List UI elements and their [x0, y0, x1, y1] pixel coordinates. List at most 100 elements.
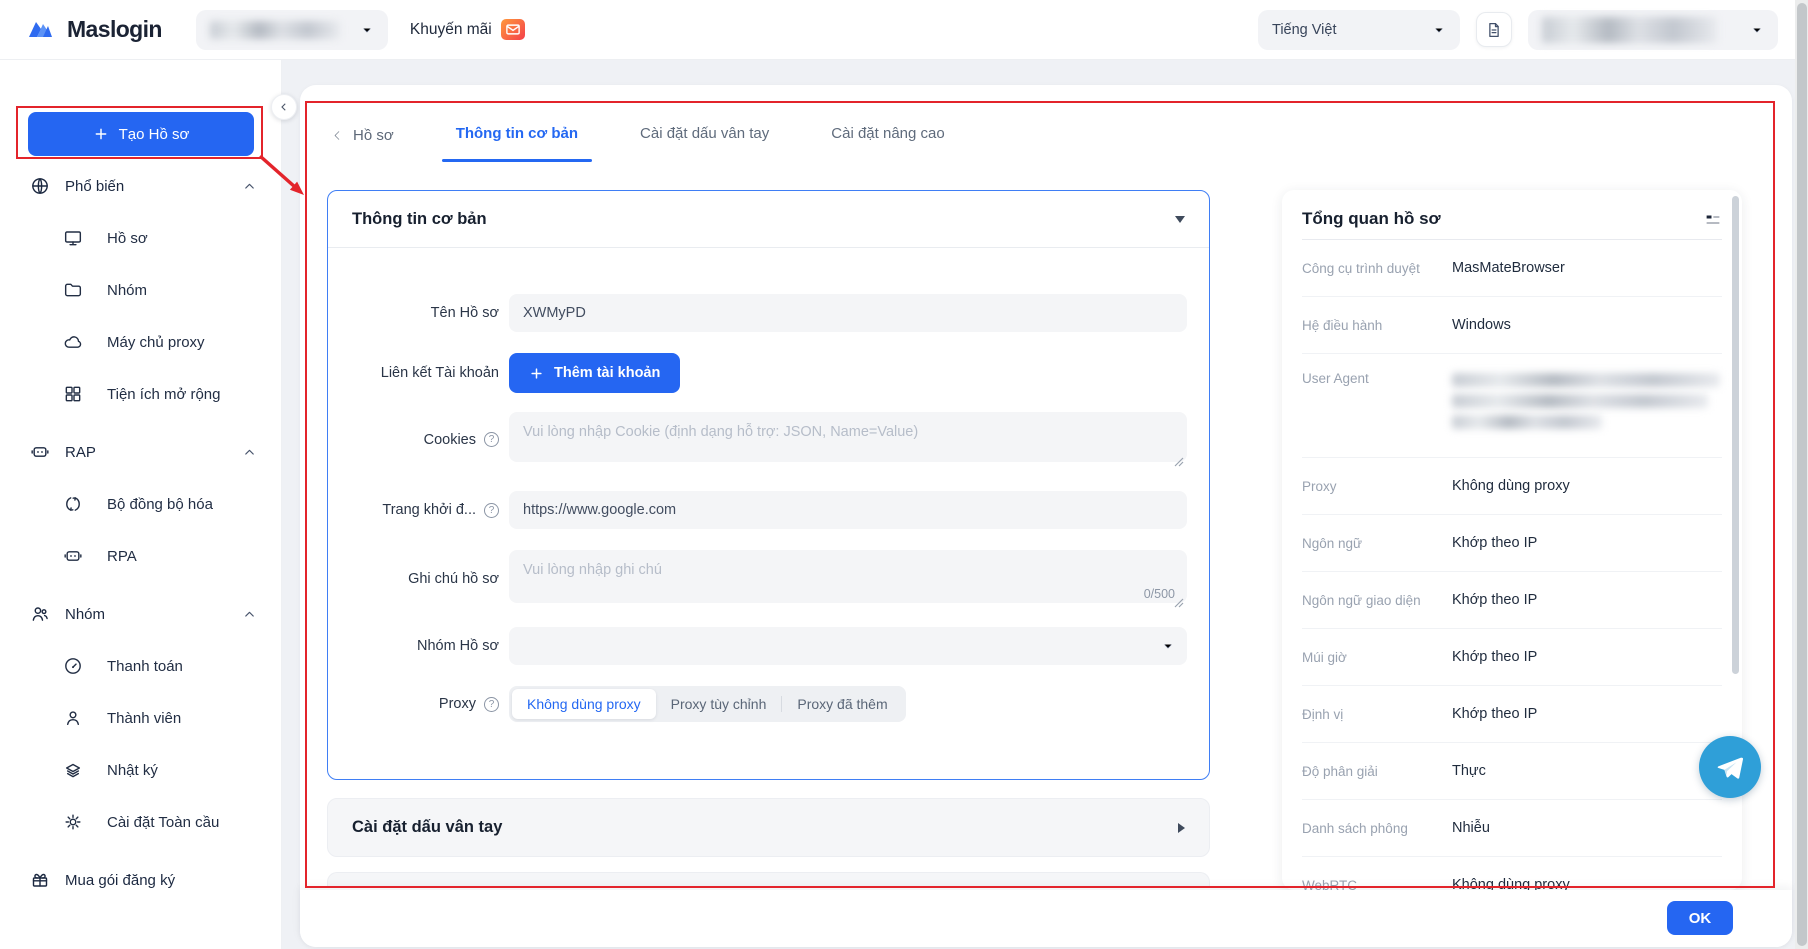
gear-icon — [63, 812, 83, 832]
panel-scrollbar[interactable] — [1732, 196, 1739, 674]
overview-header: Tổng quan hồ sơ — [1302, 190, 1722, 240]
plus-icon — [529, 366, 544, 381]
sidebar-collapse-button[interactable] — [271, 94, 297, 120]
sidebar-item-may-chu-proxy[interactable]: Máy chủ proxy — [0, 316, 281, 368]
app-logo[interactable]: Maslogin — [28, 16, 162, 43]
start-page-input[interactable] — [509, 491, 1187, 529]
row-label: Danh sách phông — [1302, 821, 1452, 836]
page-scrollbar[interactable] — [1795, 0, 1808, 949]
sidebar-item-bo-dong-bo-hoa[interactable]: Bộ đồng bộ hóa — [0, 478, 281, 530]
proxy-option-none[interactable]: Không dùng proxy — [512, 689, 656, 719]
maslogin-logo-icon — [28, 17, 58, 43]
basic-info-header[interactable]: Thông tin cơ bản — [328, 191, 1209, 248]
resize-grip-icon[interactable] — [1174, 454, 1184, 464]
create-profile-button[interactable]: Tạo Hồ sơ — [28, 112, 254, 156]
cookies-row: Cookies ? — [328, 412, 1187, 467]
add-account-button[interactable]: Thêm tài khoản — [509, 353, 680, 393]
promo-envelope-icon — [501, 19, 525, 40]
row-label: Ngôn ngữ — [1302, 536, 1452, 551]
sidebar-item-thanh-vien[interactable]: Thành viên — [0, 692, 281, 744]
chevron-down-icon — [1161, 639, 1175, 653]
sidebar: Tạo Hồ sơ Phổ biến Hồ sơ Nhóm Máy chủ pr… — [0, 60, 282, 949]
add-account-label: Thêm tài khoản — [554, 365, 660, 381]
tab-cai-dat-dau-van-tay[interactable]: Cài đặt dấu vân tay — [640, 125, 769, 146]
note-textarea[interactable] — [509, 550, 1187, 603]
sidebar-item-mua-goi-dang-ky[interactable]: Mua gói đăng ký — [0, 854, 281, 906]
sidebar-section-nhom[interactable]: Nhóm — [0, 588, 281, 640]
start-page-label: Trang khởi đ... — [382, 502, 476, 518]
sidebar-section-pho-bien[interactable]: Phổ biến — [0, 160, 281, 212]
row-label: User Agent — [1302, 371, 1452, 386]
redacted-account-name — [1542, 17, 1717, 43]
help-icon[interactable]: ? — [484, 697, 499, 712]
row-label: Proxy — [1302, 479, 1452, 494]
item-label: RPA — [107, 548, 137, 565]
row-value: Windows — [1452, 317, 1511, 333]
group-row: Nhóm Hồ sơ — [328, 627, 1187, 665]
proxy-label: Proxy — [439, 696, 476, 712]
promo-link[interactable]: Khuyến mãi — [410, 19, 525, 40]
row-value: MasMateBrowser — [1452, 260, 1565, 276]
account-menu[interactable] — [1528, 10, 1778, 50]
overview-row: Ngôn ngữ Khớp theo IP — [1302, 515, 1722, 572]
row-value: Khớp theo IP — [1452, 535, 1537, 551]
workspace-selector[interactable] — [196, 10, 388, 50]
profile-name-label: Tên Hồ sơ — [431, 305, 499, 321]
proxy-option-saved[interactable]: Proxy đã thêm — [782, 689, 902, 719]
overview-row: Danh sách phông Nhiễu — [1302, 800, 1722, 857]
proxy-row: Proxy ? Không dùng proxy Proxy tùy chỉnh… — [328, 686, 1187, 722]
advanced-accordion-partial[interactable] — [327, 872, 1210, 888]
docs-button[interactable] — [1476, 12, 1512, 47]
overview-row: Định vị Khớp theo IP — [1302, 686, 1722, 743]
profile-group-select[interactable] — [509, 627, 1187, 665]
users-icon — [30, 604, 50, 624]
overview-row: Công cụ trình duyệt MasMateBrowser — [1302, 240, 1722, 297]
overview-title: Tổng quan hồ sơ — [1302, 209, 1441, 229]
telegram-button[interactable] — [1699, 736, 1761, 798]
panel-options-icon[interactable] — [1704, 211, 1722, 229]
profile-name-row: Tên Hồ sơ — [328, 294, 1187, 332]
sidebar-item-thanh-toan[interactable]: Thanh toán — [0, 640, 281, 692]
sidebar-section-rap[interactable]: RAP — [0, 426, 281, 478]
char-counter: 0/500 — [1144, 587, 1175, 601]
proxy-option-custom[interactable]: Proxy tùy chỉnh — [656, 689, 782, 719]
profile-name-input[interactable] — [509, 294, 1187, 332]
sidebar-item-tien-ich-mo-rong[interactable]: Tiện ích mở rộng — [0, 368, 281, 420]
tab-bar: Hồ sơ Thông tin cơ bản Cài đặt dấu vân t… — [330, 125, 945, 146]
tab-cai-dat-nang-cao[interactable]: Cài đặt nâng cao — [831, 125, 944, 146]
sidebar-item-cai-dat-toan-cau[interactable]: Cài đặt Toàn cầu — [0, 796, 281, 848]
gift-icon — [30, 870, 50, 890]
help-icon[interactable]: ? — [484, 503, 499, 518]
row-value: Nhiễu — [1452, 820, 1490, 836]
sidebar-item-nhat-ky[interactable]: Nhật ký — [0, 744, 281, 796]
language-selector[interactable]: Tiếng Việt — [1258, 10, 1460, 50]
sidebar-item-rpa[interactable]: RPA — [0, 530, 281, 582]
profile-overview-panel: Tổng quan hồ sơ Công cụ trình duyệt MasM… — [1282, 190, 1742, 890]
item-label: Cài đặt Toàn cầu — [107, 814, 219, 831]
overview-row: Hệ điều hành Windows — [1302, 297, 1722, 354]
main-content: Hồ sơ Thông tin cơ bản Cài đặt dấu vân t… — [300, 85, 1792, 947]
footer-bar: OK — [300, 890, 1792, 947]
item-label: Tiện ích mở rộng — [107, 386, 221, 403]
resize-grip-icon[interactable] — [1174, 595, 1184, 605]
cookies-textarea[interactable] — [509, 412, 1187, 462]
redacted-user-agent — [1452, 371, 1720, 429]
sync-icon — [63, 494, 83, 514]
back-to-profiles[interactable]: Hồ sơ — [330, 127, 394, 144]
sidebar-item-nhom[interactable]: Nhóm — [0, 264, 281, 316]
fingerprint-accordion[interactable]: Cài đặt dấu vân tay — [327, 798, 1210, 857]
scrollbar-thumb[interactable] — [1797, 3, 1807, 946]
ok-button[interactable]: OK — [1667, 901, 1733, 935]
person-icon — [63, 708, 83, 728]
monitor-icon — [63, 228, 83, 248]
help-icon[interactable]: ? — [484, 432, 499, 447]
note-row: Ghi chú hồ sơ 0/500 — [328, 550, 1187, 608]
item-label: Nhóm — [107, 282, 147, 299]
tab-thong-tin-co-ban[interactable]: Thông tin cơ bản — [456, 125, 578, 146]
globe-icon — [30, 176, 50, 196]
item-label: Máy chủ proxy — [107, 334, 205, 351]
chevron-down-icon — [1750, 23, 1764, 37]
sidebar-item-ho-so[interactable]: Hồ sơ — [0, 212, 281, 264]
row-value: Khớp theo IP — [1452, 706, 1537, 722]
section-label: RAP — [65, 444, 227, 461]
